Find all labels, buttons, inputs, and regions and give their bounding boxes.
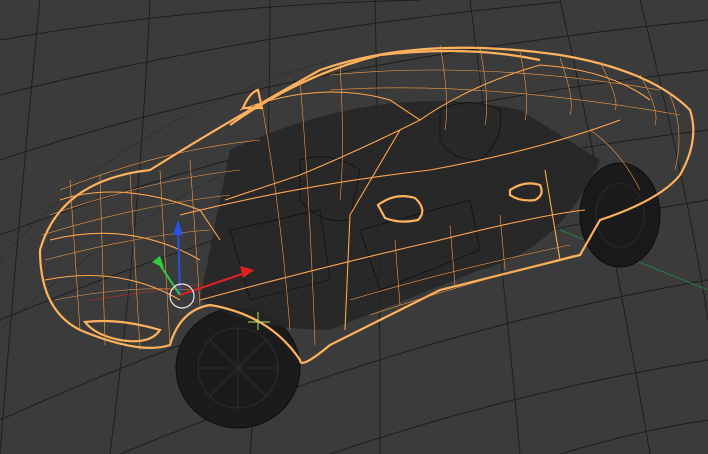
gizmo-z-arrow-icon[interactable] (173, 220, 183, 235)
rear-wheel[interactable] (579, 162, 661, 268)
viewport-canvas[interactable] (0, 0, 708, 454)
3d-viewport[interactable] (0, 0, 708, 454)
